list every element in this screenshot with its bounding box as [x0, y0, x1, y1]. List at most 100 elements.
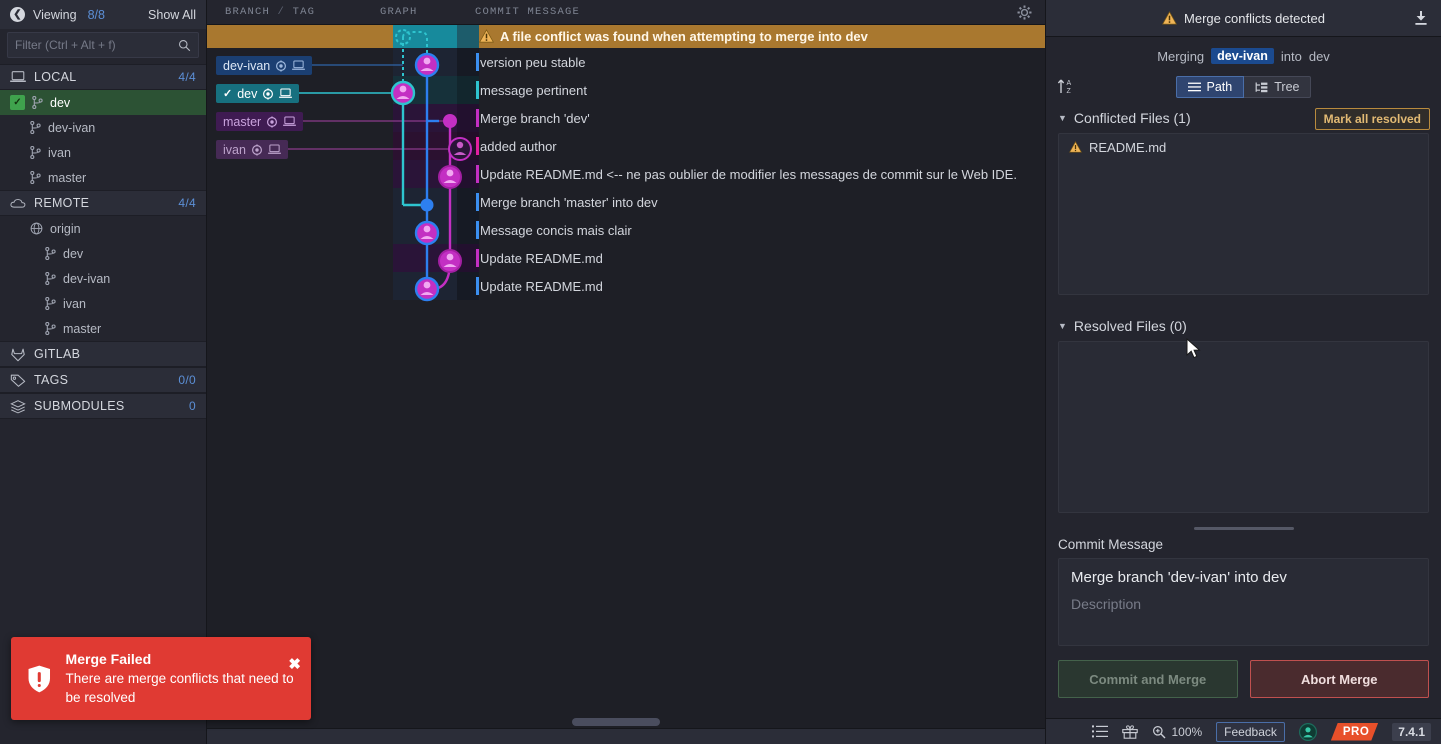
- commit-message: Update README.md: [480, 278, 603, 294]
- laptop-icon: [10, 71, 26, 82]
- conflict-banner-text: A file conflict was found when attemptin…: [500, 29, 868, 44]
- commit-message: added author: [480, 138, 557, 154]
- scrollbar-thumb[interactable]: [572, 718, 660, 726]
- show-all-link[interactable]: Show All: [148, 8, 196, 22]
- sidebar-item-label: ivan: [63, 296, 86, 311]
- conflicted-files-header[interactable]: ▼ Conflicted Files (1) Mark all resolved: [1046, 103, 1441, 133]
- merge-failed-toast[interactable]: Merge Failed There are merge conflicts t…: [11, 637, 311, 720]
- commit-row[interactable]: version peu stable: [207, 48, 1045, 76]
- merge-conflicts-panel: Merge conflicts detected Merging dev-iva…: [1045, 0, 1441, 744]
- tab-path-label: Path: [1206, 80, 1233, 94]
- sidebar-section-gitlab[interactable]: GITLAB: [0, 341, 206, 367]
- panel-resize-handle[interactable]: [1046, 521, 1441, 535]
- toast-text: Merge Failed There are merge conflicts t…: [66, 651, 297, 707]
- commit-message: Message concis mais clair: [480, 222, 632, 238]
- branch-icon: [30, 121, 41, 134]
- resolved-files-header[interactable]: ▼ Resolved Files (0): [1046, 311, 1441, 341]
- branch-chip-ivan[interactable]: ivan: [216, 140, 288, 159]
- commit-row[interactable]: Message concis mais clair: [207, 216, 1045, 244]
- sidebar-section-submodules[interactable]: SUBMODULES 0: [0, 393, 206, 419]
- resolved-files-list[interactable]: [1058, 341, 1429, 513]
- gift-icon[interactable]: [1122, 724, 1139, 739]
- sidebar-item-dev-ivan[interactable]: dev-ivan: [0, 115, 206, 140]
- profile-avatar-icon[interactable]: [1298, 722, 1317, 741]
- sidebar-item-label: origin: [50, 221, 81, 236]
- sidebar-section-label: GITLAB: [34, 347, 81, 361]
- sidebar-section-tags[interactable]: TAGS 0/0: [0, 367, 206, 393]
- remote-target-icon: [251, 143, 262, 156]
- commit-row[interactable]: Update README.md: [207, 272, 1045, 300]
- sidebar-item-origin-master[interactable]: master: [0, 316, 206, 341]
- commit-summary-input[interactable]: Merge branch 'dev-ivan' into dev: [1071, 569, 1416, 586]
- local-laptop-icon: [279, 88, 293, 98]
- conflict-banner-row[interactable]: A file conflict was found when attemptin…: [207, 25, 1045, 48]
- panel-header: Merge conflicts detected: [1046, 0, 1441, 37]
- zoom-magnifier-icon[interactable]: [1152, 725, 1166, 739]
- sidebar-item-origin-dev-ivan[interactable]: dev-ivan: [0, 266, 206, 291]
- local-laptop-icon: [292, 60, 306, 70]
- commit-row[interactable]: added author: [207, 132, 1045, 160]
- sidebar-item-ivan[interactable]: ivan: [0, 140, 206, 165]
- sidebar-item-origin[interactable]: origin: [0, 216, 206, 241]
- sidebar-item-label: dev: [63, 246, 84, 261]
- list-icon[interactable]: [1092, 725, 1109, 738]
- column-header-commit-message: COMMIT MESSAGE: [475, 6, 581, 18]
- conflicted-files-list[interactable]: README.md: [1058, 133, 1429, 295]
- panel-title: Merge conflicts detected: [1184, 10, 1325, 26]
- commit-row[interactable]: Merge branch 'master' into dev: [207, 188, 1045, 216]
- commit-row[interactable]: Update README.md <-- ne pas oublier de m…: [207, 160, 1045, 188]
- resolved-files-title: Resolved Files (0): [1073, 318, 1187, 334]
- sidebar-item-origin-dev[interactable]: dev: [0, 241, 206, 266]
- branch-chip-dev[interactable]: ✓ dev: [216, 84, 300, 103]
- row-color-bar: [476, 137, 479, 155]
- zoom-level: 100%: [1171, 724, 1203, 739]
- branch-icon: [30, 171, 41, 184]
- checkmark-icon: ✓: [223, 88, 233, 100]
- sidebar-item-origin-ivan[interactable]: ivan: [0, 291, 206, 316]
- sort-alpha-asc-icon[interactable]: A Z: [1056, 77, 1076, 95]
- sidebar-section-remote[interactable]: REMOTE 4/4: [0, 190, 206, 216]
- row-color-bar: [476, 249, 479, 267]
- version-badge: 7.4.1: [1392, 722, 1431, 741]
- search-input[interactable]: [15, 38, 178, 52]
- row-lane-tint: [393, 244, 457, 272]
- back-arrow-icon[interactable]: ❮: [10, 7, 25, 22]
- branch-chip-label: dev-ivan: [223, 58, 271, 73]
- sidebar-item-label: dev-ivan: [48, 120, 96, 135]
- branch-chip-master[interactable]: master: [216, 112, 304, 131]
- sidebar-item-master[interactable]: master: [0, 165, 206, 190]
- sidebar-section-count: 0: [189, 399, 196, 413]
- sidebar-section-local[interactable]: LOCAL 4/4: [0, 64, 206, 90]
- row-lane-tint: [393, 272, 457, 300]
- pull-download-icon[interactable]: [1412, 9, 1430, 27]
- merging-into-word: into: [1280, 48, 1302, 64]
- row-color-bar: [476, 277, 479, 295]
- svg-text:A: A: [1067, 80, 1072, 87]
- mark-all-resolved-button[interactable]: Mark all resolved: [1314, 108, 1430, 130]
- commit-row[interactable]: message pertinent: [207, 76, 1045, 104]
- conflicted-file-name: README.md: [1089, 139, 1167, 155]
- branch-chip-dev-ivan[interactable]: dev-ivan: [216, 56, 313, 75]
- toast-body: There are merge conflicts that need to b…: [65, 670, 294, 705]
- commit-row[interactable]: Update README.md: [207, 244, 1045, 272]
- close-icon[interactable]: ✖: [288, 657, 301, 672]
- commit-message-box[interactable]: Merge branch 'dev-ivan' into dev Descrip…: [1058, 558, 1429, 646]
- filter-container[interactable]: [7, 32, 199, 58]
- sidebar-item-dev[interactable]: ✓ dev: [0, 90, 206, 115]
- tab-path-view[interactable]: Path: [1175, 76, 1245, 98]
- commit-and-merge-button[interactable]: Commit and Merge: [1058, 660, 1238, 698]
- row-lane-tint: [393, 104, 457, 132]
- row-color-bar: [476, 53, 479, 71]
- gear-icon[interactable]: [1016, 4, 1033, 21]
- chevron-down-icon: ▼: [1058, 113, 1067, 123]
- conflict-lane-tint: [393, 25, 457, 48]
- commit-row[interactable]: Merge branch 'dev': [207, 104, 1045, 132]
- list-item[interactable]: README.md: [1059, 134, 1428, 160]
- tab-tree-view[interactable]: Tree: [1244, 76, 1312, 98]
- column-header-branch-tag: BRANCH / TAG: [225, 6, 316, 18]
- feedback-button[interactable]: Feedback: [1216, 721, 1285, 742]
- commit-description-input[interactable]: Description: [1071, 596, 1416, 612]
- column-header-graph: GRAPH: [380, 6, 418, 18]
- horizontal-scrollbar[interactable]: [207, 716, 1045, 728]
- abort-merge-button[interactable]: Abort Merge: [1249, 660, 1429, 698]
